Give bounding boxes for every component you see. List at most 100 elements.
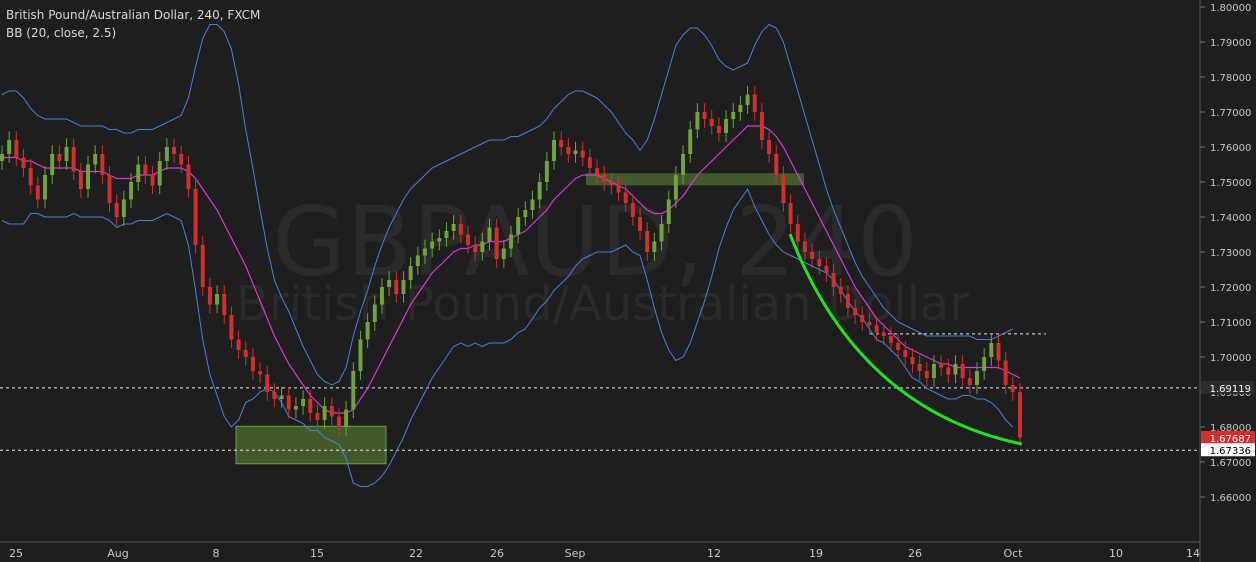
- y-tick-label: 1.67000: [1210, 458, 1251, 469]
- candle: [71, 138, 76, 181]
- candle-body: [724, 119, 729, 133]
- candle-body: [265, 374, 270, 392]
- candle-body: [430, 241, 435, 249]
- candle: [365, 313, 370, 349]
- y-tick-label: 1.66000: [1210, 493, 1251, 504]
- price-chart[interactable]: 1.660001.670001.680001.690001.700001.710…: [0, 0, 1256, 562]
- candle: [838, 278, 843, 303]
- candle-body: [910, 357, 915, 364]
- candle-body: [78, 171, 83, 189]
- y-tick-label: 1.79000: [1210, 38, 1251, 49]
- candle: [200, 236, 205, 296]
- candle-body: [989, 343, 994, 357]
- candle: [229, 306, 234, 349]
- y-tick-label: 1.70000: [1210, 353, 1251, 364]
- x-tick-label: 14: [1186, 547, 1200, 560]
- candle-body: [716, 126, 721, 133]
- candle-body: [609, 182, 614, 186]
- candle-body: [114, 203, 119, 217]
- candle-body: [236, 339, 241, 350]
- candle-body: [953, 364, 958, 375]
- candle: [788, 194, 793, 233]
- candle-body: [630, 203, 635, 217]
- candle: [924, 362, 929, 387]
- candle: [602, 166, 607, 191]
- candle-body: [745, 94, 750, 105]
- candle-body: [960, 364, 965, 378]
- candle-body: [810, 252, 815, 259]
- support-zone-box: [235, 425, 387, 465]
- candle: [939, 355, 944, 377]
- candle: [401, 271, 406, 303]
- candle-body: [795, 224, 800, 242]
- candle-body: [580, 150, 585, 158]
- candle-body: [423, 248, 427, 256]
- indicator-title: BB (20, close, 2.5): [6, 26, 117, 40]
- x-tick-label: 19: [809, 547, 823, 560]
- candle-body: [57, 154, 62, 161]
- candle-body: [946, 367, 951, 375]
- candle: [802, 232, 807, 261]
- price-label: 1.67336: [1201, 443, 1255, 457]
- candle-body: [888, 336, 893, 343]
- x-tick-label: Aug: [107, 547, 128, 560]
- candle: [573, 141, 578, 163]
- candle: [860, 306, 865, 331]
- candle: [215, 285, 220, 314]
- candle: [107, 166, 112, 212]
- candle-body: [258, 371, 263, 375]
- candle-body: [903, 350, 908, 357]
- candle: [372, 295, 377, 331]
- candle: [243, 341, 248, 366]
- candle: [394, 271, 399, 303]
- candle: [917, 355, 922, 380]
- chart-root: { "header": { "symbol_title": "British P…: [0, 0, 1256, 562]
- candle: [587, 148, 592, 177]
- candle-body: [881, 332, 886, 336]
- x-tick-label: 12: [707, 547, 721, 560]
- candle-body: [645, 231, 650, 252]
- candle-body: [544, 161, 549, 182]
- candle: [745, 85, 750, 114]
- candle: [423, 239, 427, 265]
- candle-body: [896, 343, 901, 350]
- candle: [258, 362, 263, 384]
- candle: [738, 96, 743, 121]
- candle-body: [207, 287, 212, 305]
- candle-body: [774, 154, 779, 175]
- candle-body: [172, 147, 177, 154]
- candle-body: [28, 168, 33, 186]
- candle-body: [136, 164, 141, 182]
- candle: [408, 257, 413, 289]
- candle: [28, 159, 33, 195]
- candle-body: [473, 245, 478, 252]
- candle-body: [351, 371, 356, 410]
- candle-body: [530, 199, 535, 210]
- candle-body: [372, 304, 377, 322]
- candle-body: [1003, 360, 1008, 385]
- candle-body: [394, 280, 399, 294]
- candle-body: [781, 175, 786, 203]
- candle: [100, 145, 105, 184]
- candle-body: [480, 241, 485, 252]
- candle: [767, 131, 772, 163]
- y-tick-label: 1.77000: [1210, 108, 1251, 119]
- candle: [523, 201, 528, 226]
- candle-body: [802, 241, 807, 252]
- candle-body: [129, 182, 134, 200]
- candle-body: [35, 185, 40, 200]
- candle: [164, 138, 169, 170]
- candle: [638, 208, 643, 240]
- candle: [795, 215, 800, 251]
- candle: [967, 369, 972, 394]
- candle-body: [293, 406, 298, 410]
- candle: [35, 176, 40, 209]
- candle: [301, 390, 306, 415]
- y-tick-label: 1.71000: [1210, 318, 1251, 329]
- candle: [322, 397, 327, 429]
- candle-body: [466, 234, 470, 245]
- candle-body: [487, 227, 492, 242]
- candle: [358, 330, 363, 380]
- candle: [466, 225, 470, 254]
- candle: [157, 152, 162, 195]
